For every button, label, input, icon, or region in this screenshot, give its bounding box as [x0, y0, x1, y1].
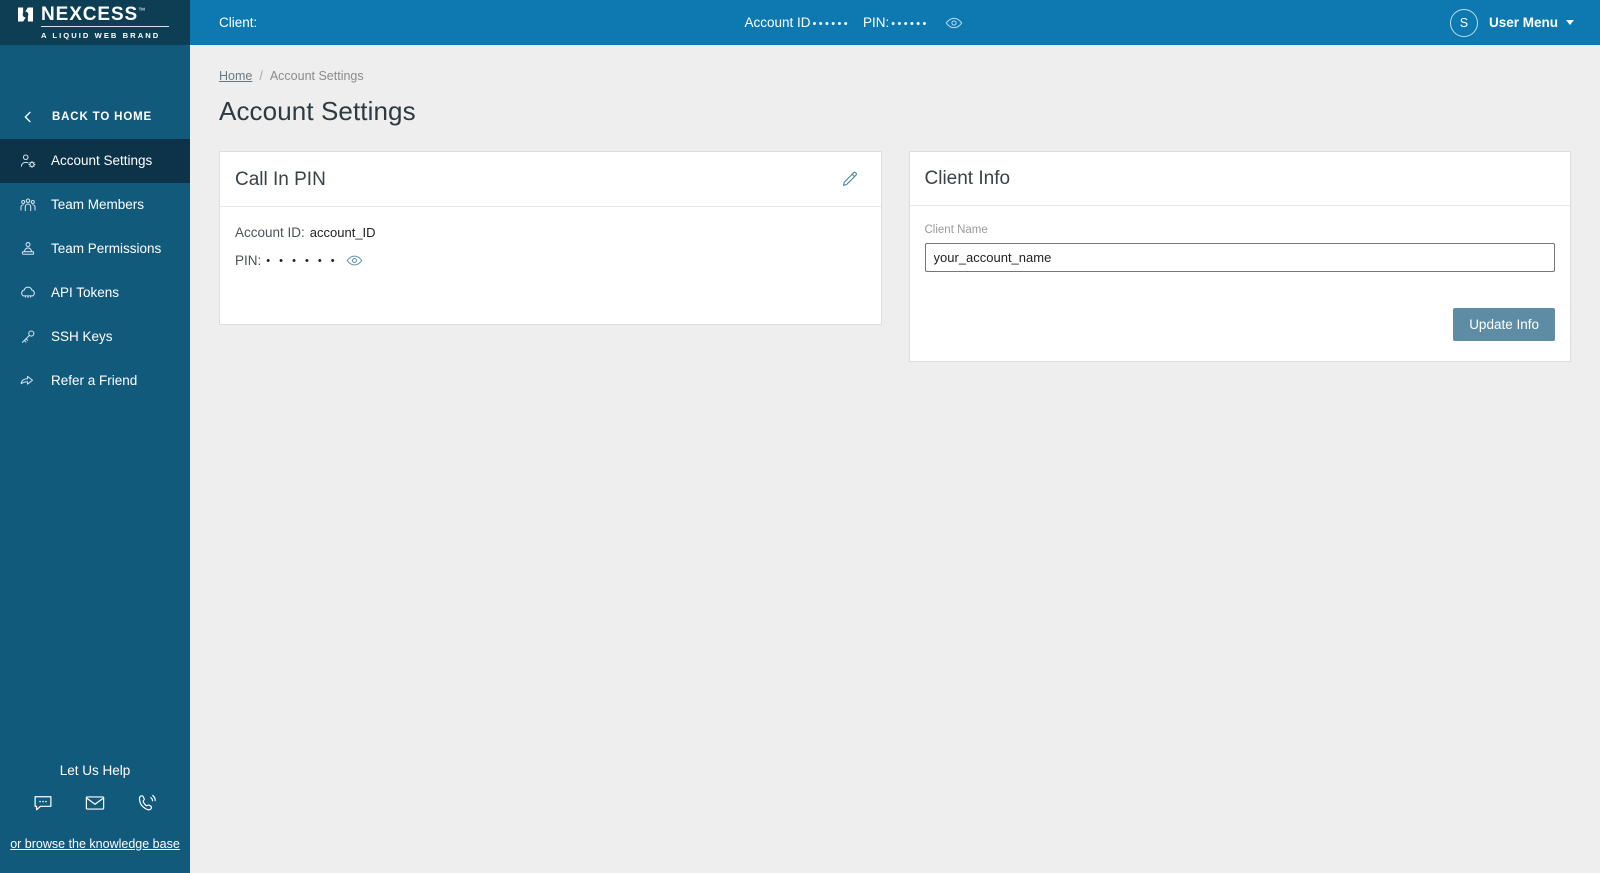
sidebar-item-label: Team Permissions [51, 241, 162, 257]
eye-icon[interactable] [945, 14, 963, 32]
account-id-label: Account ID: [235, 225, 305, 240]
breadcrumb: Home / Account Settings [219, 69, 1571, 83]
user-menu[interactable]: S User Menu [1449, 8, 1574, 37]
page-title: Account Settings [219, 96, 416, 126]
sidebar-item-team-permissions[interactable]: Team Permissions [0, 227, 190, 271]
caret-down-icon [1566, 20, 1574, 25]
page-content: Home / Account Settings Account Settings… [190, 45, 1600, 362]
brand-logo[interactable]: NEXCESS™ A LIQUID WEB BRAND [0, 0, 190, 45]
header-pin: PIN: •••••• [863, 15, 929, 30]
help-title: Let Us Help [59, 763, 131, 778]
pin-row: PIN: • • • • • • [235, 252, 866, 269]
call-in-pin-card: Call In PIN Account ID: account_ID PIN: … [219, 151, 882, 325]
brand-wordmark: NEXCESS™ [41, 4, 146, 25]
client-info-card-body: Client Name Update Info [910, 206, 1571, 361]
client-info-card-title: Client Info [924, 168, 1011, 189]
header-account-id-label: Account ID [744, 15, 811, 30]
trademark-symbol: ™ [138, 7, 146, 15]
people-group-icon [18, 195, 38, 215]
header-account-id: Account ID •••••• [744, 15, 850, 30]
client-name-input[interactable] [924, 243, 1555, 272]
header-account-id-masked: •••••• [812, 18, 850, 30]
main-region: Client: Account ID •••••• PIN: •••••• S … [190, 0, 1600, 873]
update-info-button[interactable]: Update Info [1453, 308, 1555, 341]
cards-row: Call In PIN Account ID: account_ID PIN: … [219, 151, 1571, 362]
nexcess-logo-icon [16, 5, 35, 24]
sidebar-item-label: Account Settings [51, 153, 153, 169]
eye-icon[interactable] [346, 252, 363, 269]
user-gear-icon [18, 151, 38, 171]
pencil-edit-icon[interactable] [838, 168, 861, 191]
sidebar-item-back-to-home[interactable]: BACK TO HOME [0, 95, 190, 139]
help-icon-row [0, 792, 190, 819]
chevron-left-icon [18, 107, 38, 127]
avatar: S [1449, 8, 1478, 37]
client-info-card-header: Client Info [909, 152, 1570, 206]
top-header-bar: Client: Account ID •••••• PIN: •••••• S … [190, 0, 1600, 45]
client-info-card: Client Info Client Name Update Info [908, 151, 1571, 362]
sidebar-item-api-tokens[interactable]: API Tokens [0, 271, 190, 315]
client-label: Client: [219, 15, 258, 30]
sidebar: NEXCESS™ A LIQUID WEB BRAND BACK TO HOME [0, 0, 190, 873]
account-summary: Account ID •••••• PIN: •••••• [257, 14, 1450, 32]
chat-bubble-icon[interactable] [32, 792, 54, 819]
header-pin-masked: •••••• [891, 18, 929, 30]
key-icon [18, 327, 38, 347]
sidebar-item-label: Refer a Friend [51, 373, 138, 389]
envelope-icon[interactable] [84, 792, 106, 819]
pin-label: PIN: [235, 253, 262, 268]
account-id-value: account_ID [309, 225, 376, 240]
logo-divider [41, 26, 169, 27]
sidebar-item-label: API Tokens [51, 285, 120, 301]
breadcrumb-separator: / [259, 69, 263, 83]
help-section: Let Us Help or browse the knowledge base [0, 763, 190, 853]
call-in-pin-card-body: Account ID: account_ID PIN: • • • • • • [220, 207, 881, 324]
client-name-label: Client Name [924, 224, 988, 236]
breadcrumb-home-link[interactable]: Home [219, 69, 252, 83]
sidebar-nav: BACK TO HOME Account Settings Team Membe… [0, 95, 190, 403]
sidebar-back-label: BACK TO HOME [52, 111, 153, 123]
user-badge-icon [18, 239, 38, 259]
share-arrow-icon [18, 371, 38, 391]
sidebar-item-team-members[interactable]: Team Members [0, 183, 190, 227]
call-in-pin-card-title: Call In PIN [235, 168, 326, 190]
account-id-row: Account ID: account_ID [235, 225, 866, 240]
breadcrumb-current: Account Settings [269, 69, 364, 83]
phone-ring-icon[interactable] [136, 792, 158, 819]
knowledge-base-link[interactable]: or browse the knowledge base [10, 837, 180, 851]
cloud-icon [18, 283, 38, 303]
sidebar-item-account-settings[interactable]: Account Settings [0, 139, 190, 183]
sidebar-item-ssh-keys[interactable]: SSH Keys [0, 315, 190, 359]
sidebar-item-refer-a-friend[interactable]: Refer a Friend [0, 359, 190, 403]
header-pin-label: PIN: [863, 15, 890, 30]
brand-tagline: A LIQUID WEB BRAND [41, 31, 161, 40]
client-info-actions: Update Info [925, 308, 1555, 341]
pin-masked-value: • • • • • • [266, 254, 338, 267]
sidebar-item-label: SSH Keys [51, 329, 113, 345]
call-in-pin-card-header: Call In PIN [220, 152, 881, 207]
sidebar-item-label: Team Members [51, 197, 145, 213]
user-menu-label: User Menu [1488, 15, 1558, 30]
